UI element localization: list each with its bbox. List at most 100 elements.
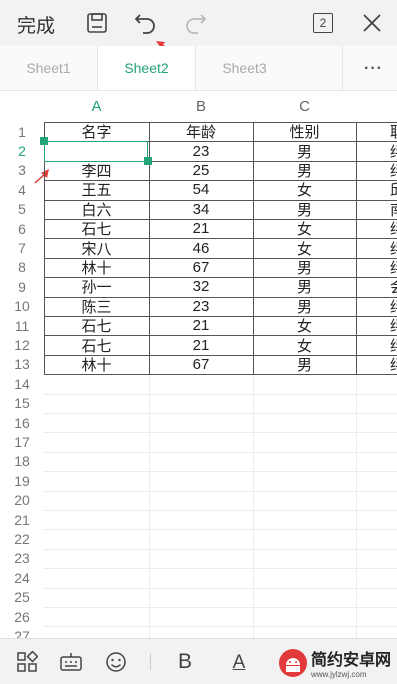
row-header[interactable]: 8 [0, 258, 44, 277]
partial-column-cell[interactable]: 绊 [390, 258, 397, 277]
table-cell[interactable]: 男 [253, 161, 356, 180]
table-cell[interactable]: 石七 [44, 316, 149, 335]
table-cell[interactable]: 李四 [44, 161, 149, 180]
table-cell[interactable]: 石七 [44, 219, 149, 238]
bold-icon[interactable]: B [172, 649, 198, 675]
table-cell[interactable]: 34 [149, 200, 253, 219]
table-cell[interactable]: 孙一 [44, 277, 149, 296]
partial-column-cell[interactable]: 绊 [390, 161, 397, 180]
table-cell[interactable]: 林十 [44, 355, 149, 374]
table-cell[interactable]: 男 [253, 355, 356, 374]
grid-hline [44, 432, 397, 434]
row-header[interactable]: 1 [0, 122, 44, 141]
row-header[interactable]: 5 [0, 200, 44, 219]
row-header[interactable]: 24 [0, 568, 44, 587]
partial-column-cell[interactable]: 绊 [390, 141, 397, 161]
grid-hline [44, 548, 397, 550]
keyboard-icon[interactable] [58, 649, 84, 675]
table-cell[interactable]: 54 [149, 180, 253, 199]
selection-handle-bottom-right[interactable] [144, 156, 152, 165]
table-cell[interactable]: 46 [149, 238, 253, 257]
row-header[interactable]: 6 [0, 219, 44, 238]
column-header-b[interactable]: B [149, 91, 253, 122]
table-cell[interactable]: 67 [149, 258, 253, 277]
tab-sheet1[interactable]: Sheet1 [0, 46, 97, 90]
table-cell[interactable]: 白六 [44, 200, 149, 219]
table-cell[interactable]: 王五 [44, 180, 149, 199]
row-header[interactable]: 10 [0, 297, 44, 316]
grid-hline [44, 510, 397, 511]
table-cell[interactable]: 女 [253, 335, 356, 355]
table-cell[interactable]: 男 [253, 141, 356, 161]
apps-grid-icon[interactable] [14, 649, 40, 675]
partial-column-cell[interactable]: 绊 [390, 297, 397, 316]
tab-sheet2[interactable]: Sheet2 [98, 46, 195, 90]
partial-column-cell[interactable]: 绊 [390, 316, 397, 335]
table-cell[interactable]: 女 [253, 180, 356, 199]
table-cell[interactable]: 男 [253, 200, 356, 219]
table-cell[interactable]: 石七 [44, 335, 149, 355]
table-cell[interactable]: 男 [253, 297, 356, 316]
table-cell[interactable]: 男 [253, 277, 356, 296]
row-header[interactable]: 15 [0, 394, 44, 413]
selection-handle-top-left[interactable] [40, 137, 48, 146]
header-cell[interactable]: 名字 [44, 122, 149, 141]
row-header[interactable]: 20 [0, 491, 44, 510]
row-header[interactable]: 4 [0, 180, 44, 199]
row-header[interactable]: 25 [0, 588, 44, 607]
row-header[interactable]: 19 [0, 471, 44, 490]
table-cell[interactable]: 21 [149, 335, 253, 354]
row-header[interactable]: 3 [0, 161, 44, 180]
row-header[interactable]: 9 [0, 277, 44, 296]
table-cell[interactable]: 林十 [44, 258, 149, 277]
table-cell[interactable]: 21 [149, 316, 253, 335]
table-cell[interactable]: 32 [149, 277, 253, 296]
partial-column-cell[interactable]: 职 [390, 122, 397, 141]
selected-cell-outline[interactable] [44, 141, 148, 162]
table-cell[interactable]: 21 [149, 219, 253, 238]
partial-column-cell[interactable]: 南 [390, 200, 397, 219]
table-cell[interactable]: 23 [149, 141, 253, 160]
table-cell[interactable]: 25 [149, 161, 253, 180]
row-header[interactable]: 11 [0, 316, 44, 335]
emoji-icon[interactable] [103, 649, 129, 675]
row-header[interactable]: 18 [0, 452, 44, 471]
tab-sheet3[interactable]: Sheet3 [196, 46, 293, 90]
row-header[interactable]: 27 [0, 626, 44, 638]
row-header[interactable]: 2 [0, 141, 44, 160]
table-cell[interactable]: 女 [253, 316, 356, 335]
header-cell[interactable]: 性别 [253, 122, 356, 141]
row-header[interactable]: 23 [0, 549, 44, 568]
column-header-a[interactable]: A [44, 91, 149, 122]
table-border-h [44, 296, 397, 298]
partial-column-cell[interactable]: 绊 [390, 238, 397, 258]
table-cell[interactable]: 女 [253, 238, 356, 258]
table-cell[interactable]: 宋八 [44, 238, 149, 258]
partial-column-cell[interactable]: 会 [390, 277, 397, 296]
partial-column-cell[interactable]: 绊 [390, 355, 397, 374]
table-cell[interactable]: 23 [149, 297, 253, 316]
android-logo-icon [278, 648, 307, 677]
spreadsheet-grid[interactable]: A B C 1 2 3 4 5 6 7 8 9 10 11 12 13 14 15 16 17 18 19 20 21 22 23… [0, 91, 397, 638]
row-header[interactable]: 14 [0, 374, 44, 393]
more-options-button[interactable]: ··· [364, 60, 383, 78]
row-header[interactable]: 12 [0, 335, 44, 354]
table-cell[interactable]: 67 [149, 355, 253, 374]
partial-column-cell[interactable]: 绊 [390, 335, 397, 355]
row-header[interactable]: 7 [0, 238, 44, 257]
partial-column-cell[interactable]: 邱 [390, 180, 397, 199]
row-header[interactable]: 22 [0, 529, 44, 548]
table-cell[interactable]: 女 [253, 219, 356, 238]
row-header[interactable]: 13 [0, 355, 44, 374]
table-cell[interactable]: 男 [253, 258, 356, 277]
column-header-c[interactable]: C [253, 91, 356, 122]
header-cell[interactable]: 年龄 [149, 122, 253, 141]
row-header[interactable]: 17 [0, 432, 44, 451]
font-color-icon[interactable]: A [226, 649, 252, 675]
watermark-text: 简约安卓网 [310, 652, 391, 669]
row-header[interactable]: 16 [0, 413, 44, 432]
table-cell[interactable]: 陈三 [44, 297, 149, 316]
partial-column-cell[interactable]: 绊 [390, 219, 397, 238]
row-header[interactable]: 21 [0, 510, 44, 529]
row-header[interactable]: 26 [0, 607, 44, 626]
